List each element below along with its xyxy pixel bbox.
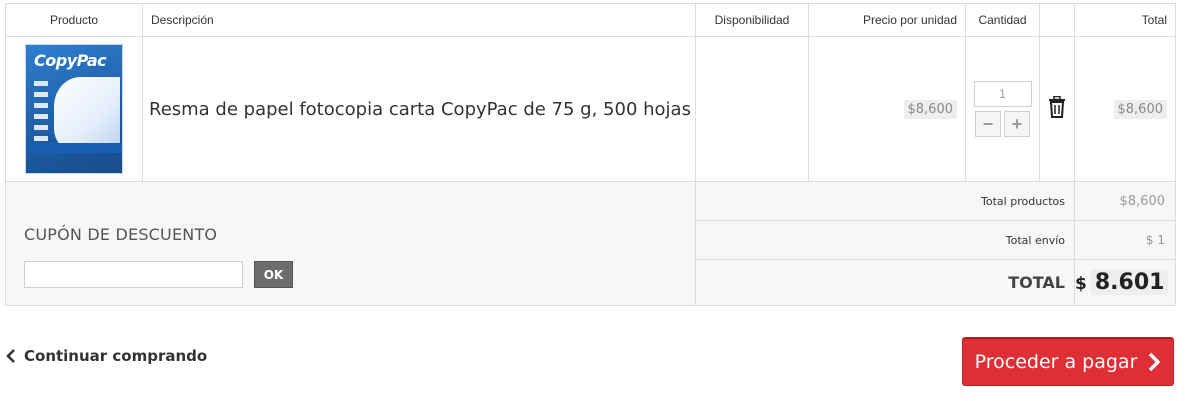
chevron-right-icon: [1149, 352, 1161, 371]
coupon-title: CUPÓN DE DESCUENTO: [24, 225, 218, 244]
grand-total-cell: $8.601: [1074, 259, 1176, 306]
product-thumbnail[interactable]: CopyPac: [25, 44, 123, 174]
line-total-cell: $8,600: [1074, 36, 1176, 182]
coupon-form: OK: [24, 261, 695, 288]
header-cantidad: Cantidad: [965, 3, 1040, 37]
quantity-cell: − +: [965, 36, 1040, 182]
header-total: Total: [1074, 3, 1176, 37]
quantity-increase-button[interactable]: +: [1004, 111, 1030, 137]
cart-table: Producto Descripción Disponibilidad Prec…: [5, 3, 1176, 306]
product-image-cell: CopyPac: [5, 36, 143, 182]
continue-shopping-label: Continuar comprando: [24, 347, 208, 365]
coupon-ok-button[interactable]: OK: [254, 261, 293, 288]
box-icons-decoration: [34, 81, 48, 141]
proceed-label: Proceder a pagar: [974, 350, 1138, 373]
chevron-left-icon: [6, 349, 15, 363]
proceed-to-checkout-button[interactable]: Proceder a pagar: [962, 337, 1174, 386]
product-description[interactable]: Resma de papel fotocopia carta CopyPac d…: [142, 36, 696, 182]
table-header-row: Producto Descripción Disponibilidad Prec…: [5, 3, 1176, 37]
header-producto: Producto: [5, 3, 143, 37]
product-brand-logo: CopyPac: [34, 51, 107, 70]
header-descripcion: Descripción: [142, 3, 696, 37]
grand-total-value: 8.601: [1090, 270, 1169, 295]
total-products-value: $8,600: [1074, 181, 1176, 221]
cart-page: Producto Descripción Disponibilidad Prec…: [0, 0, 1185, 401]
grand-total-currency: $: [1075, 274, 1087, 294]
coupon-input[interactable]: [24, 261, 243, 288]
header-precio-unidad: Precio por unidad: [808, 3, 966, 37]
summary-row-products: CUPÓN DE DESCUENTO OK Total productos $8…: [5, 181, 1176, 306]
total-products-label: Total productos: [695, 181, 1075, 221]
continue-shopping-link[interactable]: Continuar comprando: [6, 347, 207, 365]
quantity-input[interactable]: [973, 81, 1032, 107]
unit-price-cell: $8,600: [808, 36, 966, 182]
header-disponibilidad: Disponibilidad: [695, 3, 809, 37]
quantity-decrease-button[interactable]: −: [975, 111, 1001, 137]
table-row: CopyPac Resma de papel fotocopia carta C…: [5, 36, 1176, 182]
availability-cell: [695, 36, 809, 182]
header-delete-col: [1039, 3, 1075, 37]
delete-cell: [1039, 36, 1075, 182]
grand-total: $8.601: [1075, 270, 1169, 295]
shipping-value: $ 1: [1074, 220, 1176, 260]
box-stripe-graphic: [26, 143, 122, 153]
unit-price: $8,600: [903, 99, 957, 119]
paper-sheet-graphic: [54, 77, 120, 151]
shipping-label: Total envío: [695, 220, 1075, 260]
quantity-stepper: − +: [966, 111, 1039, 137]
line-total: $8,600: [1113, 99, 1167, 119]
trash-icon[interactable]: [1048, 95, 1066, 118]
coupon-section: CUPÓN DE DESCUENTO OK: [5, 181, 696, 306]
grand-total-label: TOTAL: [695, 259, 1075, 306]
